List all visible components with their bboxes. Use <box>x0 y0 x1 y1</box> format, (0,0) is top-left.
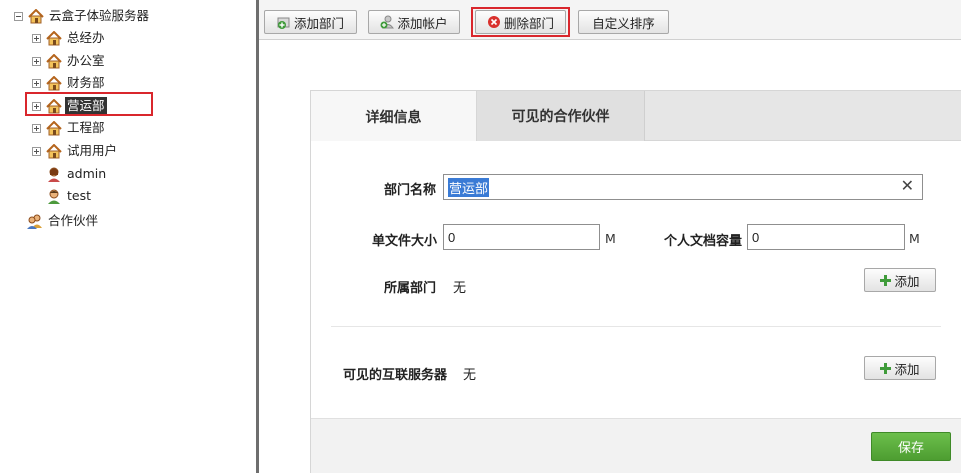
department-detail-card: 详细信息 可见的合作伙伴 部门名称 营运部 ✕ 单文件大小 0 M 个人文档容量… <box>310 90 961 473</box>
dept-name-label: 部门名称 <box>384 183 437 198</box>
tree-node-label: admin <box>67 166 107 181</box>
collapse-icon[interactable] <box>14 11 23 21</box>
tree-node-label: 办公室 <box>67 53 105 68</box>
tree-node-dept[interactable]: 试用用户 <box>32 141 119 161</box>
add-parent-button[interactable]: 添加 <box>864 268 936 292</box>
add-account-label: 添加帐户 <box>397 15 448 31</box>
tree-node-label: 财务部 <box>67 75 105 90</box>
expand-icon[interactable] <box>32 33 41 43</box>
highlight-box <box>471 7 570 37</box>
custom-sort-label: 自定义排序 <box>592 15 655 31</box>
org-tree-panel: 云盒子体验服务器 总经办 办公室 财务部 营运部 工程部 试用用户 admin … <box>0 0 258 473</box>
clear-icon[interactable]: ✕ <box>901 179 914 195</box>
divider <box>331 326 941 327</box>
house-icon <box>46 143 62 159</box>
custom-sort-button[interactable]: 自定义排序 <box>578 10 669 34</box>
visible-servers-value: 无 <box>463 368 477 383</box>
details-form: 部门名称 营运部 ✕ 单文件大小 0 M 个人文档容量 0 M 所属部门 无 添… <box>311 141 961 418</box>
add-user-icon <box>380 15 395 29</box>
highlight-box <box>25 92 153 116</box>
save-label: 保存 <box>897 441 924 456</box>
expand-icon[interactable] <box>32 146 41 156</box>
main-panel: 添加部门 添加帐户 删除部门 自定义排序 详细信息 可见的合作伙伴 部门名称 营… <box>259 0 961 473</box>
card-footer: 保存 <box>311 418 961 473</box>
expand-icon[interactable] <box>32 56 41 66</box>
house-icon <box>46 120 62 136</box>
tab-visible-partners[interactable]: 可见的合作伙伴 <box>477 91 645 141</box>
parent-dept-label: 所属部门 <box>384 281 437 296</box>
house-icon <box>46 53 62 69</box>
house-icon <box>28 8 44 24</box>
tree-node-user[interactable]: test <box>46 186 93 206</box>
expand-icon[interactable] <box>32 78 41 88</box>
tab-bar: 详细信息 可见的合作伙伴 <box>311 91 961 142</box>
toolbar: 添加部门 添加帐户 删除部门 自定义排序 <box>259 0 961 40</box>
add-department-label: 添加部门 <box>293 15 344 31</box>
house-icon <box>46 75 62 91</box>
house-icon <box>46 30 62 46</box>
tree-node-dept[interactable]: 总经办 <box>32 28 107 48</box>
expand-icon[interactable] <box>32 123 41 133</box>
file-size-label: 单文件大小 <box>372 234 438 249</box>
tree-node-label: test <box>67 188 92 203</box>
tree-node-partners[interactable]: 合作伙伴 <box>27 211 100 231</box>
tree-root-label: 云盒子体验服务器 <box>49 8 150 23</box>
file-size-field[interactable]: 0 <box>443 224 600 250</box>
tab-details[interactable]: 详细信息 <box>311 91 477 142</box>
tree-node-label: 工程部 <box>67 120 105 135</box>
add-parent-label: 添加 <box>894 273 920 289</box>
plus-icon <box>880 362 892 374</box>
add-server-label: 添加 <box>894 361 920 377</box>
tree-root[interactable]: 云盒子体验服务器 <box>14 6 151 26</box>
dept-name-value: 营运部 <box>448 177 490 197</box>
dept-name-field[interactable]: 营运部 ✕ <box>443 174 923 200</box>
file-size-value: 0 <box>448 229 456 245</box>
tree-node-label: 总经办 <box>67 30 105 45</box>
add-account-button[interactable]: 添加帐户 <box>368 10 460 34</box>
tree-node-label: 试用用户 <box>67 143 118 158</box>
plus-icon <box>880 274 892 286</box>
add-folder-icon <box>277 15 291 29</box>
quota-label: 个人文档容量 <box>664 234 743 249</box>
tab-details-label: 详细信息 <box>365 109 422 126</box>
user-female-icon <box>46 167 62 182</box>
tree-node-dept[interactable]: 工程部 <box>32 118 107 138</box>
quota-value: 0 <box>752 229 760 245</box>
user-icon <box>46 189 62 204</box>
quota-field[interactable]: 0 <box>747 224 905 250</box>
tab-visible-partners-label: 可见的合作伙伴 <box>511 109 610 125</box>
parent-dept-value: 无 <box>453 281 467 296</box>
partners-icon <box>27 214 43 229</box>
file-size-unit: M <box>605 231 616 246</box>
visible-servers-label: 可见的互联服务器 <box>343 368 448 383</box>
tree-node-label: 合作伙伴 <box>48 213 99 228</box>
tree-node-user[interactable]: admin <box>46 164 108 184</box>
add-department-button[interactable]: 添加部门 <box>264 10 357 34</box>
quota-unit: M <box>909 231 920 246</box>
add-server-button[interactable]: 添加 <box>864 356 936 380</box>
tree-node-dept[interactable]: 财务部 <box>32 73 107 93</box>
tree-node-dept[interactable]: 办公室 <box>32 51 107 71</box>
save-button[interactable]: 保存 <box>871 432 951 461</box>
